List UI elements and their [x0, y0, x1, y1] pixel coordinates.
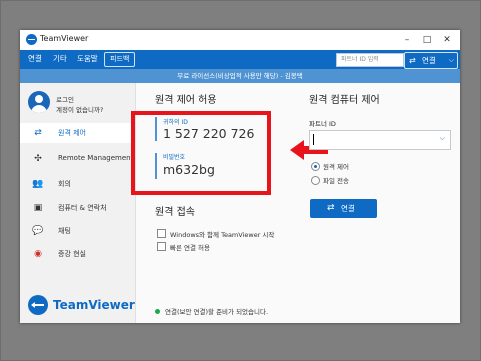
meeting-icon: 👥: [32, 179, 44, 189]
remote-control-radio-label: 원격 제어: [323, 163, 349, 171]
remote-management-icon: ✣: [34, 154, 42, 164]
menu-bar: 연결 기타 도움말 피드백 파트너 ID 입력 ⇄ 연결 ⌵: [20, 50, 460, 69]
connect-button[interactable]: ⇄ 연결: [310, 199, 377, 218]
sidebar-item-augmented-reality[interactable]: ◉ 증강 현실: [20, 244, 135, 264]
start-with-windows-checkbox[interactable]: [157, 229, 166, 238]
sidebar-item-remote-management[interactable]: ✣ Remote Management: [20, 149, 135, 169]
control-remote-computer-title: 원격 컴퓨터 제어: [309, 95, 380, 106]
augmented-reality-icon: ◉: [34, 249, 42, 259]
menu-connection[interactable]: 연결: [28, 53, 42, 64]
connect-arrows-icon: ⇄: [409, 56, 416, 65]
easy-access-checkbox[interactable]: [157, 242, 166, 251]
sidebar-item-chat[interactable]: 💬 채팅: [20, 221, 135, 241]
menu-help[interactable]: 도움말: [77, 53, 98, 64]
sidebar-item-label: Remote Management: [58, 154, 134, 162]
partner-id-input[interactable]: ⌵: [309, 130, 451, 150]
license-notice: 무료 라이선스(비상업적 사용만 해당) - 김봉택: [20, 69, 460, 83]
sidebar-item-label: 원격 제어: [58, 129, 86, 137]
connection-status: 연결(보안 연결)할 준비가 되었습니다.: [165, 308, 269, 316]
teamviewer-logo-icon: [28, 295, 48, 315]
file-transfer-radio[interactable]: [311, 176, 320, 185]
signup-link[interactable]: 계정이 없습니까?: [56, 104, 103, 114]
quick-connect-button[interactable]: ⇄ 연결 ⌵: [404, 52, 458, 69]
quick-connect-label: 연결: [422, 56, 436, 65]
contacts-icon: ▣: [33, 203, 43, 213]
partner-id-quick-input[interactable]: 파트너 ID 입력: [336, 53, 404, 67]
chat-icon: 💬: [32, 226, 44, 236]
text-caret: [313, 134, 314, 145]
sidebar-item-remote-control[interactable]: ⇄ 원격 제어: [20, 123, 135, 143]
file-transfer-radio-label: 파일 전송: [323, 177, 349, 185]
avatar-icon[interactable]: [28, 91, 50, 113]
window-title: TeamViewer: [40, 34, 89, 43]
sidebar-item-meeting[interactable]: 👥 회의: [20, 174, 135, 194]
connect-arrows-icon: ⇄: [327, 203, 335, 213]
sidebar-item-contacts[interactable]: ▣ 컴퓨터 & 연락처: [20, 198, 135, 218]
maximize-button[interactable]: □: [420, 33, 434, 47]
login-link[interactable]: 로그인: [56, 94, 74, 104]
easy-access-label: 빠른 연결 허용: [170, 244, 211, 252]
teamviewer-brand: TeamViewer: [28, 293, 138, 317]
arrows-icon: ⇄: [34, 128, 42, 138]
sidebar-item-label: 컴퓨터 & 연락처: [58, 204, 107, 212]
minimize-button[interactable]: –: [400, 33, 414, 47]
sidebar-item-label: 증강 현실: [58, 250, 86, 258]
feedback-button[interactable]: 피드백: [104, 52, 136, 67]
chevron-down-icon[interactable]: ⌵: [449, 53, 454, 68]
brand-name: TeamViewer: [53, 298, 135, 312]
title-bar: TeamViewer – □ ✕: [20, 30, 460, 50]
close-button[interactable]: ✕: [440, 33, 454, 47]
start-with-windows-label: Windows와 함께 TeamViewer 시작: [170, 231, 275, 239]
partner-id-label: 파트너 ID: [309, 120, 336, 128]
remote-control-radio[interactable]: [311, 162, 320, 171]
highlight-box: [131, 111, 271, 195]
chevron-down-icon[interactable]: ⌵: [440, 134, 445, 143]
allow-remote-control-title: 원격 제어 허용: [155, 95, 217, 106]
status-indicator-icon: [155, 309, 160, 314]
unattended-access-title: 원격 접속: [155, 207, 195, 218]
sidebar: 로그인 계정이 없습니까? ⇄ 원격 제어 ✣ Remote Managemen…: [20, 83, 136, 323]
sidebar-item-label: 채팅: [58, 227, 71, 235]
menu-extras[interactable]: 기타: [53, 53, 67, 64]
connect-button-label: 연결: [341, 204, 355, 213]
teamviewer-logo-icon: [26, 34, 37, 45]
sidebar-item-label: 회의: [58, 180, 71, 188]
